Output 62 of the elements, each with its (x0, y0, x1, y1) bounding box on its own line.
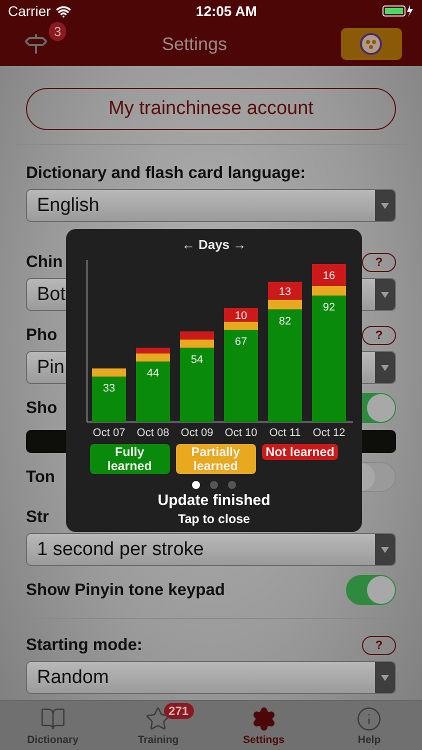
page-dot[interactable] (192, 481, 200, 489)
dropdown[interactable]: 1 second per stroke (26, 533, 396, 566)
tab-item[interactable]: Help (316, 701, 422, 750)
caret-icon (381, 364, 389, 370)
setting-label: Ton (26, 468, 56, 486)
nav-title: Settings (162, 34, 228, 54)
legend-label: Partially learned (176, 444, 256, 474)
tab-item[interactable]: Settings (211, 701, 316, 750)
account-button[interactable]: My trainchinese account (26, 88, 396, 130)
info-icon (356, 706, 382, 732)
axis-label: Oct 12 (312, 427, 346, 439)
setting-label: Show Pinyin tone keypad (26, 580, 225, 600)
setting-label: Pho (26, 326, 58, 344)
settings-icon (250, 706, 277, 732)
axis-label: Oct 09 (180, 427, 214, 439)
bar-value: 10 (234, 310, 248, 322)
legend-label: Fully learned (90, 444, 170, 474)
sync-button[interactable] (340, 28, 402, 60)
dropdown[interactable]: Random (26, 661, 396, 694)
chart-bar (180, 331, 214, 340)
bar-value: 54 (190, 354, 204, 366)
battery-icon (382, 4, 414, 18)
reel-icon (360, 33, 382, 55)
popup-title: Update finished (158, 492, 270, 509)
axis-label: Oct 11 (269, 427, 301, 439)
bar-value: 33 (102, 382, 116, 395)
caret-icon (381, 202, 389, 208)
tab-item[interactable]: Dictionary (0, 701, 106, 750)
caret-icon (381, 546, 389, 552)
page-dot[interactable] (210, 481, 218, 489)
bar-value: 16 (322, 270, 336, 282)
legend-label: Not learned (262, 444, 338, 460)
axis-label: Oct 07 (92, 427, 126, 439)
dropdown[interactable]: English (26, 189, 396, 222)
axis-label: Oct 10 (224, 427, 258, 439)
carrier-name: Carrier (8, 3, 51, 19)
caret-icon (381, 674, 389, 680)
bar-value: 92 (322, 302, 336, 314)
book-icon (40, 706, 66, 732)
notification-badge: 3 (49, 22, 66, 41)
axis-label: Oct 08 (136, 427, 170, 439)
setting-label: Dictionary and flash card language: (26, 164, 306, 182)
bar-value: 67 (234, 336, 248, 348)
setting-label: Starting mode: (26, 636, 142, 654)
bar-value: 82 (278, 315, 292, 328)
toggle-switch[interactable] (346, 575, 396, 605)
setting-label: Chin (26, 252, 63, 272)
bar-value: 13 (278, 286, 292, 298)
bar-value: 44 (146, 368, 160, 380)
page-dot[interactable] (228, 481, 236, 489)
stats-dialog[interactable]: ← Days → 33 Oct 07 44 Oct 08 54 Oct 09 67 10 Oct 10 82 13 Oct 11 92 16 Oct 12 Fully learned Partially learned Not learned Update finished Tap to close (66, 229, 362, 532)
wifi-icon (56, 4, 71, 18)
tab-item[interactable]: Training 271 (106, 701, 211, 750)
status-time: 12:05 AM (196, 3, 257, 19)
help-button[interactable]: ? (362, 636, 396, 654)
popup-subtitle: Tap to close (178, 512, 250, 526)
setting-label: Str (26, 508, 49, 526)
setting-label: Sho (26, 398, 58, 418)
count-badge: 271 (164, 703, 194, 719)
signpost-button[interactable] (24, 32, 48, 56)
period-label: ← Days → (182, 237, 246, 252)
caret-icon (381, 292, 389, 298)
